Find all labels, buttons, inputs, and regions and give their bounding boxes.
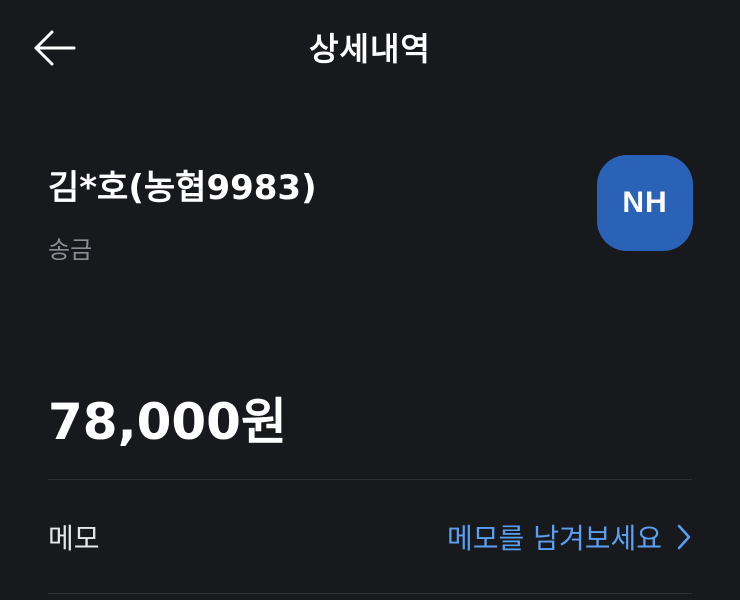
bank-logo-text: NH — [622, 186, 668, 219]
bank-logo: NH — [597, 155, 693, 251]
header: 상세내역 — [0, 0, 740, 96]
transaction-amount: 78,000원 — [48, 393, 287, 451]
transaction-detail-screen: 상세내역 김*호(농협9983) 송금 NH 78,000원 메모 메모를 남겨… — [0, 0, 740, 600]
memo-row: 메모 메모를 남겨보세요 — [48, 480, 692, 593]
add-memo-button[interactable]: 메모를 남겨보세요 — [447, 517, 692, 557]
recipient-name: 김*호(농협9983) — [48, 168, 317, 208]
chevron-right-icon — [676, 523, 692, 551]
page-title: 상세내역 — [309, 30, 431, 68]
transaction-type: 송금 — [48, 236, 93, 264]
divider — [48, 593, 692, 594]
add-memo-text: 메모를 남겨보세요 — [447, 521, 662, 555]
memo-label: 메모 — [48, 521, 100, 555]
